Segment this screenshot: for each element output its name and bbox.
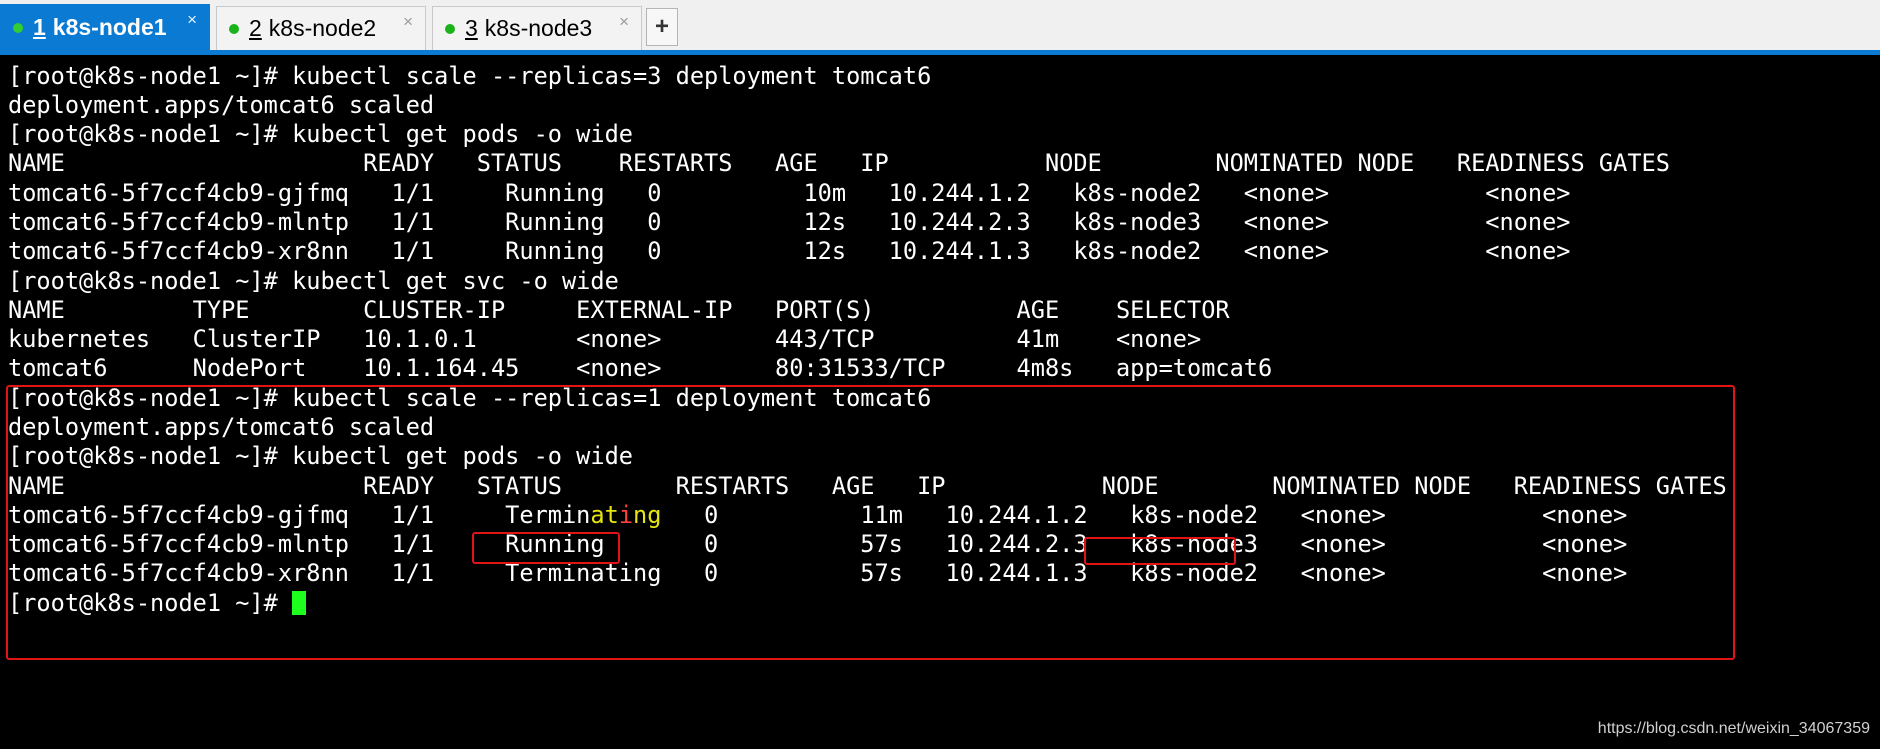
session-status-icon [445,23,455,34]
new-tab-button[interactable]: + [646,8,678,46]
terminal-line: tomcat6-5f7ccf4cb9-gjfmq 1/1 Running 0 1… [8,179,1571,207]
terminal-line: NAME TYPE CLUSTER-IP EXTERNAL-IP PORT(S)… [8,296,1230,324]
annotation-box-scale-down [6,385,1735,660]
terminal-line: [root@k8s-node1 ~]# kubectl get svc -o w… [8,267,619,295]
annotation-box-running-status [472,532,620,564]
terminal-line: kubernetes ClusterIP 10.1.0.1 <none> 443… [8,325,1202,353]
watermark: https://blog.csdn.net/weixin_34067359 [1597,720,1870,737]
terminal-line: tomcat6-5f7ccf4cb9-mlntp 1/1 Running 0 1… [8,208,1571,236]
tab-label: k8s-node1 [52,14,167,40]
tab-number: 3 [465,15,478,41]
session-status-icon [13,22,23,33]
tab-label: k8s-node2 [268,15,377,41]
terminal-line: tomcat6-5f7ccf4cb9-xr8nn 1/1 Running 0 1… [8,237,1571,265]
tab-number: 1 [33,14,46,40]
terminal-output[interactable]: [root@k8s-node1 ~]# kubectl scale --repl… [0,55,1880,749]
tab-k8s-node1[interactable]: 1 k8s-node1 × [0,4,210,50]
tab-k8s-node2[interactable]: 2 k8s-node2 × [216,6,426,50]
terminal-line: tomcat6 NodePort 10.1.164.45 <none> 80:3… [8,354,1273,382]
close-icon[interactable]: × [619,12,629,32]
session-status-icon [229,23,239,34]
terminal-line: [root@k8s-node1 ~]# kubectl scale --repl… [8,62,932,90]
terminal-line: deployment.apps/tomcat6 scaled [8,91,435,119]
terminal-line: NAME READY STATUS RESTARTS AGE IP NODE N… [8,149,1670,177]
tab-number: 2 [249,15,262,41]
close-icon[interactable]: × [187,10,197,30]
annotation-box-node3 [1084,537,1236,565]
close-icon[interactable]: × [403,12,413,32]
tab-label: k8s-node3 [484,15,593,41]
tab-bar: 1 k8s-node1 × 2 k8s-node2 × 3 k8s-node3 … [0,0,1880,50]
tab-k8s-node3[interactable]: 3 k8s-node3 × [432,6,642,50]
terminal-line: [root@k8s-node1 ~]# kubectl get pods -o … [8,120,634,148]
